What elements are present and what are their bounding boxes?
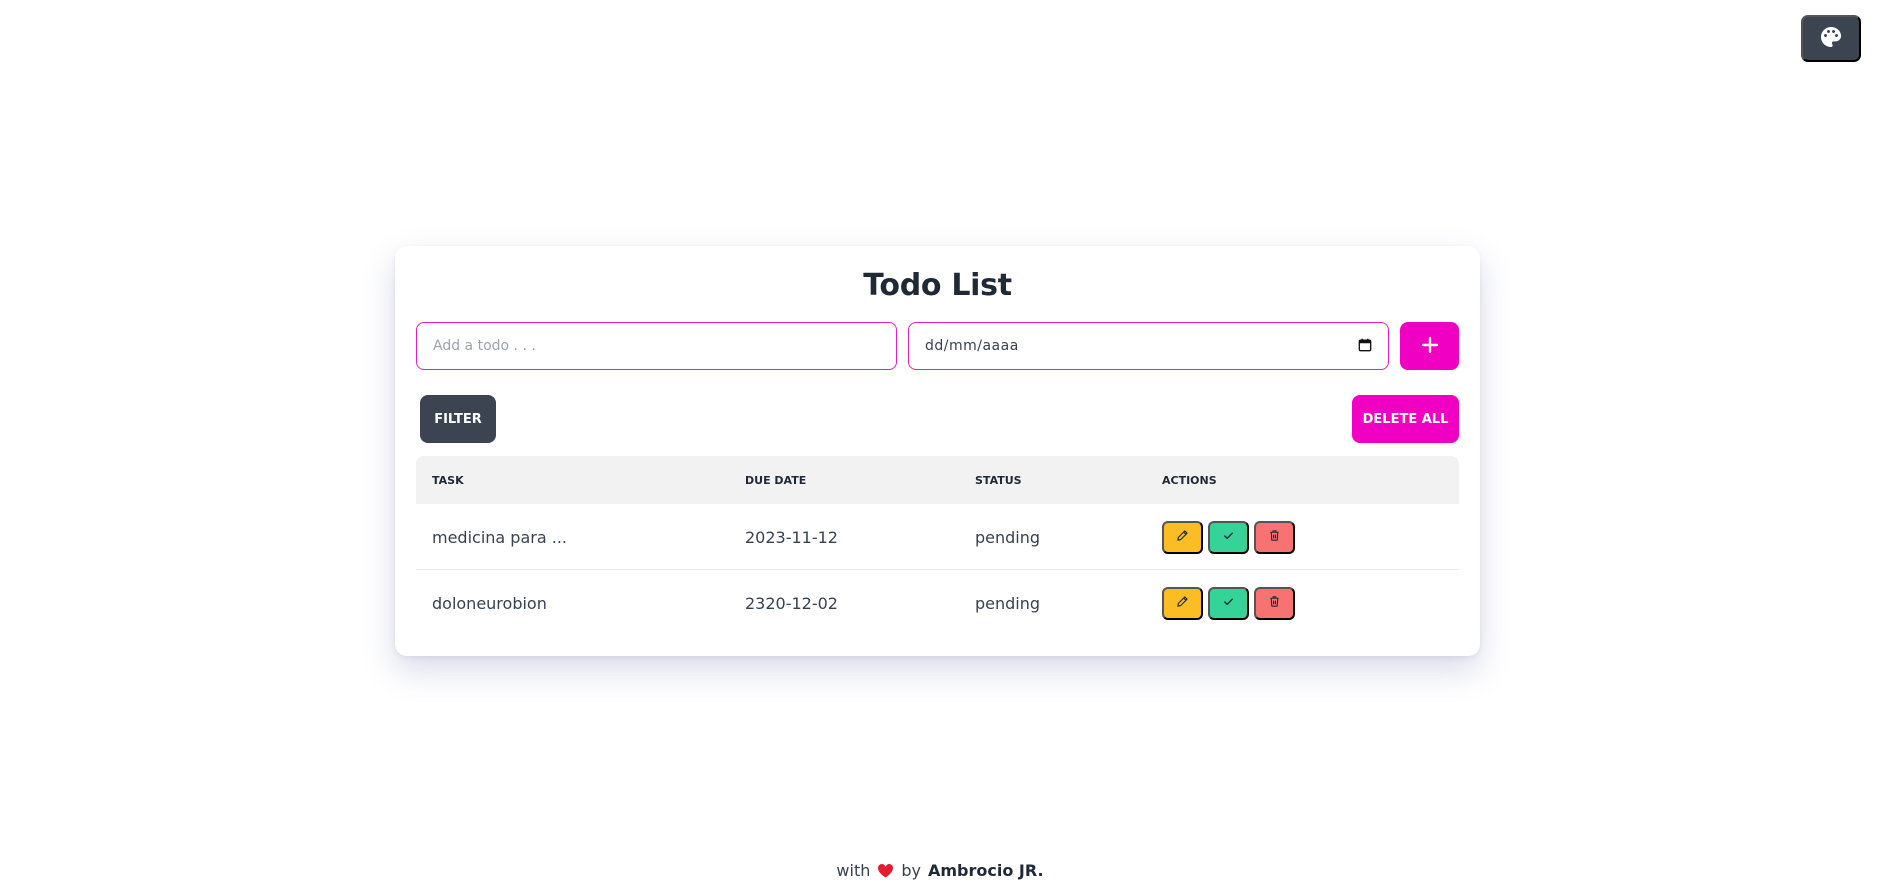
footer-prefix: with (836, 861, 871, 880)
task-cell: medicina para ... (432, 527, 567, 547)
trash-icon (1268, 595, 1281, 611)
page-title: Todo List (863, 268, 1012, 303)
footer: with by Ambrocio JR. (0, 861, 1880, 880)
complete-button[interactable] (1208, 586, 1249, 620)
footer-author: Ambrocio JR. (928, 861, 1044, 880)
delete-button[interactable] (1254, 586, 1295, 620)
trash-icon (1268, 529, 1281, 545)
check-icon (1222, 595, 1235, 611)
add-todo-button[interactable] (1400, 322, 1459, 370)
delete-all-button[interactable]: DELETE ALL (1352, 395, 1459, 443)
footer-middle: by (901, 861, 921, 880)
due-date-cell: 2320-12-02 (745, 593, 838, 613)
filter-button[interactable]: FILTER (420, 395, 496, 443)
todo-table: TASK DUE DATE STATUS ACTIONS medicina pa… (416, 456, 1459, 636)
edit-button[interactable] (1162, 520, 1203, 554)
heart-icon (877, 863, 894, 878)
palette-icon (1819, 25, 1843, 52)
table-header: TASK DUE DATE STATUS ACTIONS (416, 456, 1459, 504)
theme-toggle-button[interactable] (1801, 15, 1861, 62)
header-due-date: DUE DATE (745, 473, 807, 487)
plus-icon (1421, 336, 1439, 357)
status-cell: pending (975, 593, 1041, 613)
table-row: medicina para ... 2023-11-12 pending (416, 504, 1459, 570)
todo-card: Todo List dd/mm/aaaa FILTER DELETE ALL T… (395, 246, 1480, 656)
row-actions (1162, 504, 1295, 570)
due-date-input[interactable]: dd/mm/aaaa (908, 322, 1389, 370)
pencil-icon (1176, 595, 1189, 611)
delete-button[interactable] (1254, 520, 1295, 554)
header-actions: ACTIONS (1162, 473, 1217, 487)
complete-button[interactable] (1208, 520, 1249, 554)
todo-input[interactable] (416, 322, 897, 370)
date-placeholder: dd/mm/aaaa (925, 338, 1019, 354)
calendar-icon[interactable] (1358, 337, 1372, 356)
edit-button[interactable] (1162, 586, 1203, 620)
header-task: TASK (432, 473, 464, 487)
task-cell: doloneurobion (432, 593, 547, 613)
row-actions (1162, 570, 1295, 636)
table-row: doloneurobion 2320-12-02 pending (416, 570, 1459, 636)
check-icon (1222, 529, 1235, 545)
due-date-cell: 2023-11-12 (745, 527, 838, 547)
pencil-icon (1176, 529, 1189, 545)
header-status: STATUS (975, 473, 1022, 487)
status-cell: pending (975, 527, 1041, 547)
